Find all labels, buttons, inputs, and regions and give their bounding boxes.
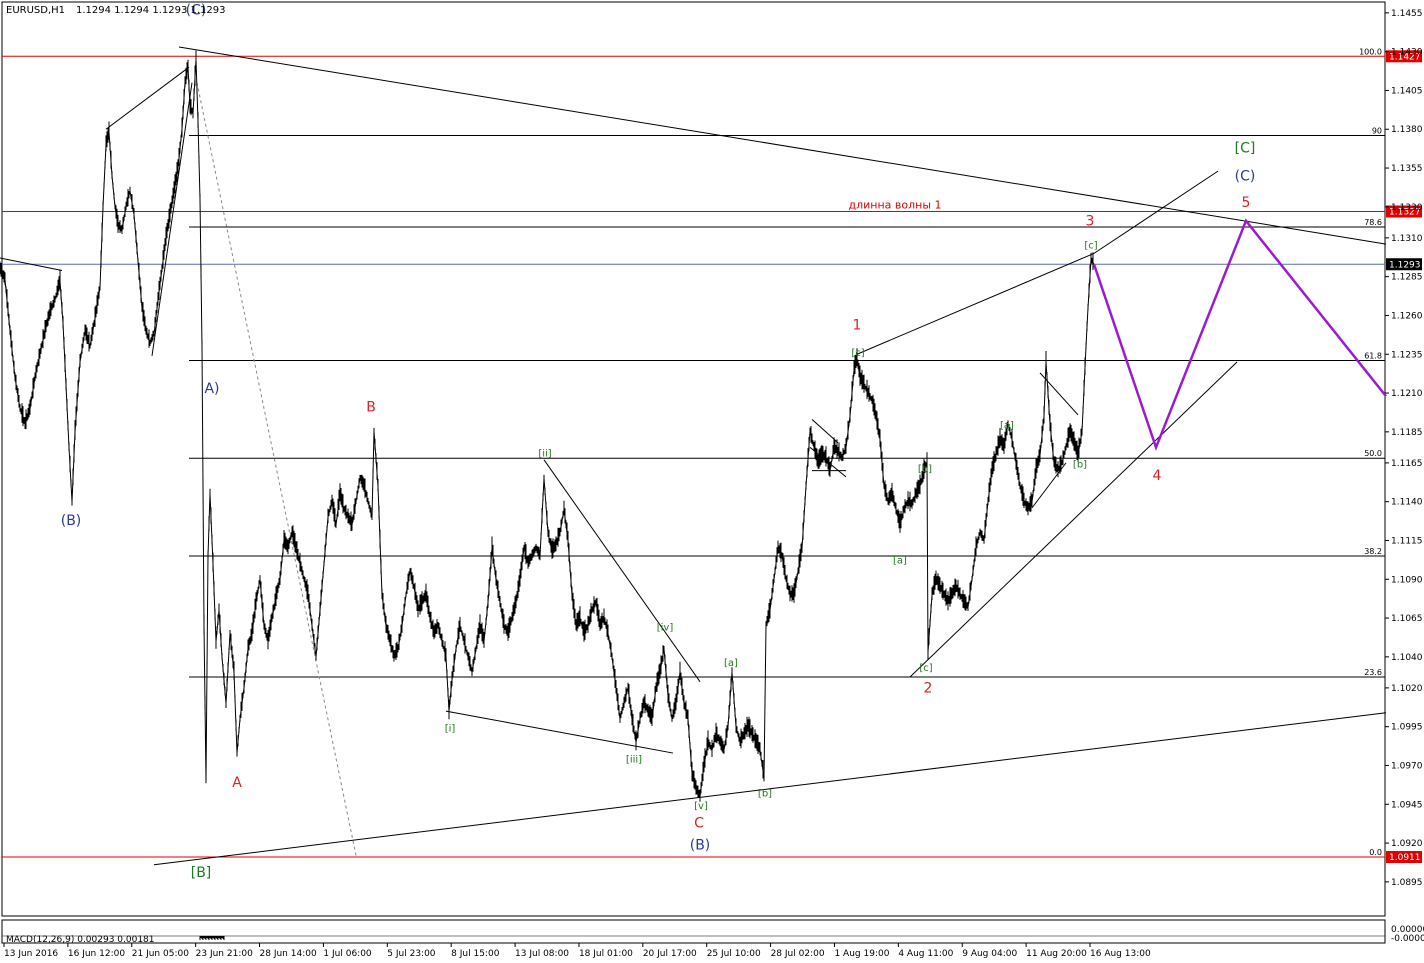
wave-label: [C]: [1235, 141, 1256, 157]
wave-label: B: [366, 400, 376, 416]
wave-label: [b]: [1073, 460, 1087, 471]
macd-scale-bottom: -0.00000: [1391, 934, 1424, 944]
x-tick-label: 28 Jul 02:00: [771, 949, 825, 959]
level-note: длинна волны 1: [848, 198, 941, 211]
wave-label: (B): [61, 513, 82, 529]
y-tick-label: 1.1185: [1391, 428, 1423, 438]
price-tag-text: 1.0911: [1389, 853, 1421, 863]
x-tick-label: 11 Aug 20:00: [1026, 949, 1087, 959]
fib-label: 61.8: [1364, 351, 1382, 360]
y-tick-label: 1.0945: [1391, 800, 1423, 810]
macd-label: MACD(12,26,9) 0.00293 0.00181: [6, 935, 155, 945]
fib-label: 90: [1372, 126, 1382, 135]
wave-label: [v]: [694, 801, 708, 812]
fib-label: 38.2: [1364, 547, 1382, 556]
x-tick-label: 8 Jul 15:00: [451, 949, 500, 959]
y-tick-label: 1.1260: [1391, 311, 1423, 321]
fib-label: 50.0: [1364, 449, 1382, 458]
x-tick-label: 16 Jun 12:00: [68, 949, 125, 959]
chart-header-symbol: EURUSD,H1: [6, 5, 65, 16]
wave-label: 2: [924, 681, 933, 697]
y-tick-label: 1.1115: [1391, 536, 1423, 546]
wave-label: A): [204, 381, 219, 397]
x-tick-label: 1 Jul 06:00: [323, 949, 372, 959]
wave-label: (B): [690, 837, 711, 853]
y-tick-label: 1.1235: [1391, 350, 1423, 360]
wave-label: [iii]: [626, 754, 642, 765]
price-chart[interactable]: 100.01.1427901.1327длинна волны 178.61.1…: [0, 0, 1424, 963]
x-tick-label: 20 Jul 17:00: [643, 949, 697, 959]
y-tick-label: 1.0895: [1391, 878, 1423, 888]
wave-label: 5: [1242, 195, 1251, 211]
y-tick-label: 1.1140: [1391, 498, 1423, 508]
x-tick-label: 18 Jul 01:00: [579, 949, 633, 959]
y-tick-label: 1.1065: [1391, 614, 1423, 624]
wave-label: [iv]: [657, 622, 674, 633]
wave-label: [b]: [758, 789, 772, 800]
wave-label: [c]: [1084, 241, 1097, 252]
y-tick-label: 1.1355: [1391, 164, 1423, 174]
y-tick-label: 1.1455: [1391, 9, 1423, 19]
y-tick-label: 1.1210: [1391, 389, 1423, 399]
x-tick-label: 13 Jul 08:00: [515, 949, 569, 959]
wave-label: (C): [1235, 168, 1256, 184]
x-tick-label: 5 Jul 23:00: [387, 949, 436, 959]
x-tick-label: 4 Aug 11:00: [898, 949, 953, 959]
y-tick-label: 1.1380: [1391, 125, 1423, 135]
wave-label: [c]: [919, 663, 932, 674]
wave-label: [ii]: [538, 449, 551, 460]
y-tick-label: 1.1090: [1391, 575, 1423, 585]
y-tick-label: 1.1310: [1391, 234, 1423, 244]
y-tick-label: 1.0970: [1391, 761, 1423, 771]
wave-label: 4: [1153, 468, 1162, 484]
x-tick-label: 25 Jul 10:00: [707, 949, 761, 959]
y-tick-label: 1.1285: [1391, 273, 1423, 283]
fib-label: 100.0: [1359, 47, 1382, 56]
wave-label: A: [232, 775, 242, 791]
y-tick-label: 1.1430: [1391, 48, 1423, 58]
chart-header-quote: 1.1294 1.1294 1.1293 1.1293: [76, 5, 226, 16]
wave-label: [i]: [445, 723, 456, 734]
wave-label: [b]: [918, 464, 932, 475]
wave-label: C: [694, 816, 704, 832]
wave-label: [a]: [724, 658, 738, 669]
fib-label: 0.0: [1369, 848, 1382, 857]
wave-label: [a]: [893, 556, 907, 567]
wave-label: [B]: [191, 865, 212, 881]
x-tick-label: 16 Aug 13:00: [1090, 949, 1151, 959]
x-tick-label: 28 Jun 14:00: [260, 949, 317, 959]
fib-label: 78.6: [1364, 218, 1382, 227]
y-tick-label: 1.1165: [1391, 459, 1423, 469]
y-tick-label: 1.0920: [1391, 839, 1423, 849]
y-tick-label: 1.1040: [1391, 653, 1423, 663]
x-tick-label: 1 Aug 19:00: [834, 949, 889, 959]
y-tick-label: 1.1405: [1391, 86, 1423, 96]
wave-label: [a]: [1000, 421, 1014, 432]
x-tick-label: 13 Jun 2016: [4, 949, 58, 959]
x-tick-label: 21 Jun 05:00: [132, 949, 189, 959]
fib-label: 23.6: [1364, 668, 1382, 677]
wave-label: 1: [853, 317, 862, 333]
y-tick-label: 1.1330: [1391, 203, 1423, 213]
y-tick-label: 1.0995: [1391, 723, 1423, 733]
price-tag-text: 1.1293: [1389, 260, 1421, 270]
wave-label: 3: [1086, 213, 1095, 229]
wave-label: [c]: [851, 348, 864, 359]
y-tick-label: 1.1020: [1391, 684, 1423, 694]
x-tick-label: 9 Aug 04:00: [962, 949, 1017, 959]
x-tick-label: 23 Jun 21:00: [196, 949, 253, 959]
